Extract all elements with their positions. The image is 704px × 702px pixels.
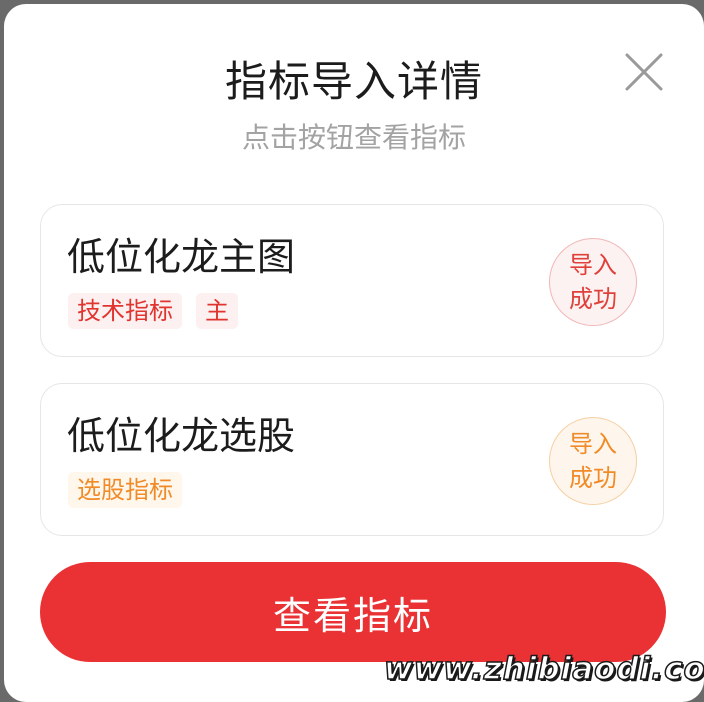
tag-main: 主 (196, 293, 238, 329)
import-success-stamp: 导入 成功 (549, 417, 637, 505)
tag-technical-indicator: 技术指标 (68, 293, 182, 329)
import-details-dialog: 指标导入详情 点击按钮查看指标 低位化龙主图 技术指标 主 导入 成功 低位化龙… (4, 4, 704, 702)
indicator-tags: 技术指标 主 (68, 293, 238, 329)
indicator-name: 低位化龙主图 (67, 235, 296, 279)
site-watermark: www.zhibiaodi.com (383, 650, 704, 688)
tag-stock-picking-indicator: 选股指标 (68, 472, 182, 508)
stamp-line-2: 成功 (569, 285, 617, 313)
stamp-line-1: 导入 (569, 251, 617, 279)
indicator-name: 低位化龙选股 (67, 414, 296, 458)
dialog-subtitle: 点击按钮查看指标 (241, 121, 466, 154)
stamp-line-1: 导入 (569, 430, 617, 458)
import-success-stamp: 导入 成功 (549, 238, 637, 326)
dialog-title: 指标导入详情 (224, 57, 483, 106)
indicator-tags: 选股指标 (68, 472, 182, 508)
stamp-line-2: 成功 (569, 464, 617, 492)
indicator-card-stock-picker: 低位化龙选股 选股指标 导入 成功 (40, 383, 664, 536)
indicator-card-main-chart: 低位化龙主图 技术指标 主 导入 成功 (40, 204, 664, 357)
